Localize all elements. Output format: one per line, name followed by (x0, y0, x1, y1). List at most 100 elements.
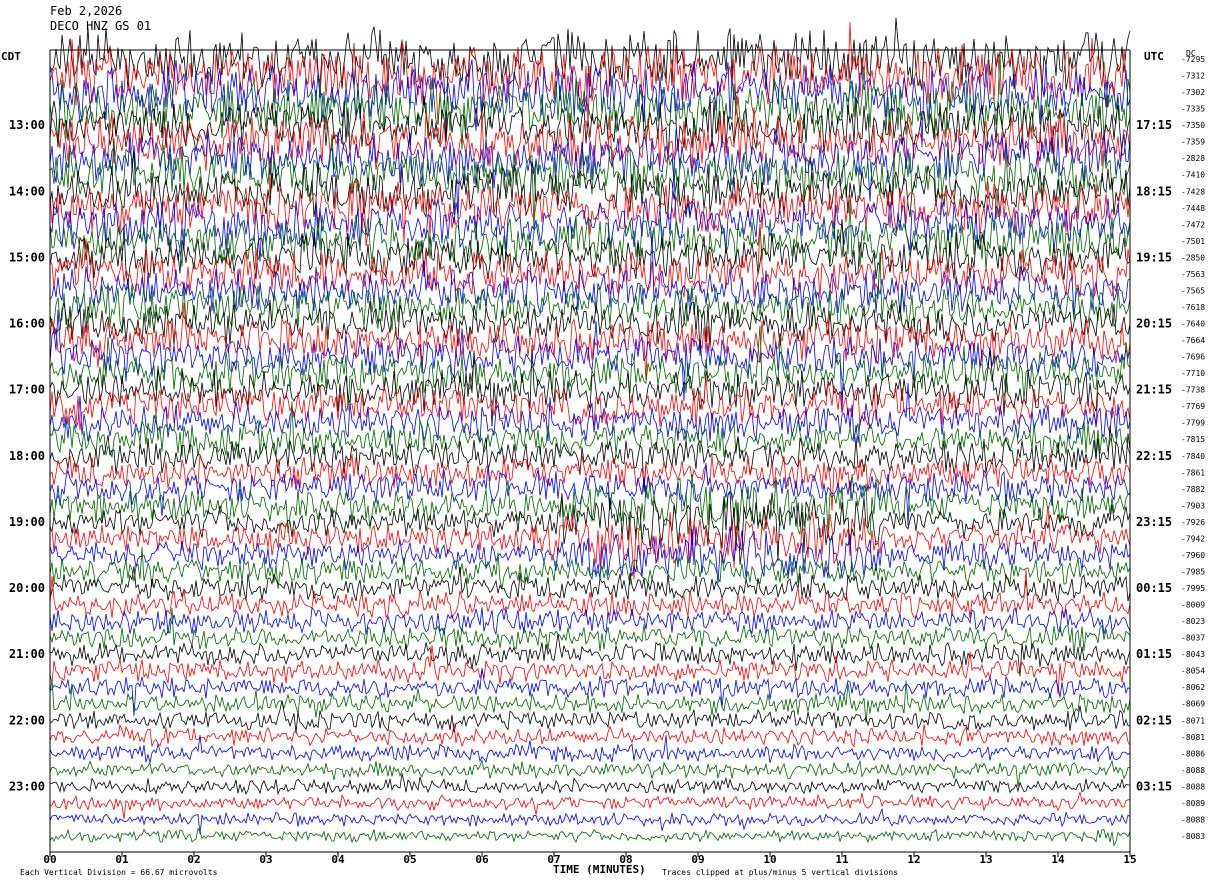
seismic-trace (49, 827, 1131, 847)
left-hour-label: 13:00 (9, 118, 45, 132)
dc-offset-label: -8089 (1181, 799, 1205, 808)
seismic-trace (49, 633, 1131, 677)
dc-offset-label: -7565 (1181, 286, 1205, 295)
dc-offset-label: -7428 (1181, 187, 1205, 196)
right-hour-label: 03:15 (1136, 779, 1172, 793)
left-hour-label: 16:00 (9, 317, 45, 331)
x-tick-label: 00 (43, 853, 56, 866)
x-tick-label: 03 (259, 853, 272, 866)
dc-offset-label: -7942 (1181, 534, 1205, 543)
x-tick-label: 08 (619, 853, 632, 866)
dc-offset-label: -2828 (1181, 154, 1205, 163)
dc-offset-label: -7882 (1181, 485, 1205, 494)
dc-offset-label: -7448 (1181, 204, 1205, 213)
left-hour-label: 22:00 (9, 713, 45, 727)
dc-offset-label: -8088 (1181, 766, 1205, 775)
dc-offset-label: -7738 (1181, 386, 1205, 395)
dc-offset-label: -8043 (1181, 650, 1205, 659)
dc-offset-label: -8083 (1181, 832, 1205, 841)
left-hour-label: 23:00 (9, 779, 45, 793)
dc-offset-label: -7295 (1181, 55, 1205, 64)
dc-offset-label: -8009 (1181, 601, 1205, 610)
dc-offset-label: -8062 (1181, 683, 1205, 692)
seismic-trace (49, 230, 1131, 315)
trace-group (49, 17, 1131, 847)
seismic-trace (49, 773, 1131, 796)
dc-offset-label: -7903 (1181, 501, 1205, 510)
dc-offset-label: -7302 (1181, 88, 1205, 97)
dc-offset-label: -8054 (1181, 667, 1205, 676)
seismogram-plot: 00 01 02 03 04 05 06 07 08 09 10 11 12 13 14 15 13:00 14:… (9, 17, 1205, 866)
dc-offset-label: -8023 (1181, 617, 1205, 626)
right-hour-label: 20:15 (1136, 317, 1172, 331)
dc-offset-label: -7563 (1181, 270, 1205, 279)
right-hour-label: 19:15 (1136, 250, 1172, 264)
dc-offset-label: -7985 (1181, 567, 1205, 576)
x-tick-label: 12 (907, 853, 920, 866)
dc-offset-label: -8071 (1181, 716, 1205, 725)
left-hour-label: 21:00 (9, 647, 45, 661)
x-tick-label: 11 (835, 853, 849, 866)
dc-offset-label: -2850 (1181, 253, 1205, 262)
dc-offset-label: -7926 (1181, 518, 1205, 527)
x-tick-label: 13 (979, 853, 992, 866)
x-tick-label: 15 (1123, 853, 1136, 866)
left-hour-label: 17:00 (9, 383, 45, 397)
seismic-trace (49, 807, 1131, 835)
right-hour-label: 18:15 (1136, 184, 1172, 198)
x-tick-label: 05 (403, 853, 416, 866)
dc-offset-label: -7815 (1181, 435, 1205, 444)
dc-offset-label: -8081 (1181, 733, 1205, 742)
right-hour-label: 02:15 (1136, 713, 1172, 727)
dc-offset-label: -7861 (1181, 468, 1205, 477)
seismic-trace (49, 668, 1131, 716)
dc-offset-label: -7769 (1181, 402, 1205, 411)
right-hour-label: 01:15 (1136, 647, 1172, 661)
dc-offset-label: -7501 (1181, 237, 1205, 246)
x-tick-label: 09 (691, 853, 704, 866)
dc-offset-label: -7995 (1181, 584, 1205, 593)
dc-offset-label: -7618 (1181, 303, 1205, 312)
dc-offset-label: -7359 (1181, 138, 1205, 147)
left-hour-label: 18:00 (9, 449, 45, 463)
right-hour-label: 00:15 (1136, 581, 1172, 595)
x-tick-label: 01 (115, 853, 129, 866)
dc-offset-label: -7335 (1181, 105, 1205, 114)
seismic-trace (49, 569, 1131, 620)
seismic-trace (49, 758, 1131, 787)
seismic-trace (49, 606, 1131, 635)
dc-offset-label: -8086 (1181, 749, 1205, 758)
dc-offset-label: -7350 (1181, 121, 1205, 130)
dc-offset-label: -8088 (1181, 815, 1205, 824)
right-hour-label: 21:15 (1136, 383, 1172, 397)
right-hour-label: 23:15 (1136, 515, 1172, 529)
axes-group: 00 01 02 03 04 05 06 07 08 09 10 11 12 13 14 15 13:00 14:… (9, 49, 1205, 866)
x-tick-label: 10 (763, 853, 776, 866)
dc-offset-label: -8088 (1181, 782, 1205, 791)
right-hour-label: 17:15 (1136, 118, 1172, 132)
seismic-trace (49, 791, 1131, 819)
dc-offset-label: -7312 (1181, 72, 1205, 81)
right-hour-label: 22:15 (1136, 449, 1172, 463)
dc-offset-label: -8037 (1181, 634, 1205, 643)
x-tick-label: 04 (331, 853, 345, 866)
x-tick-label: 06 (475, 853, 489, 866)
left-hour-label: 14:00 (9, 184, 45, 198)
x-tick-label: 07 (547, 853, 560, 866)
dc-offset-label: -8069 (1181, 700, 1205, 709)
dc-offset-label: -7696 (1181, 353, 1205, 362)
dc-offset-label: -7472 (1181, 220, 1205, 229)
x-tick-label: 14 (1051, 853, 1065, 866)
dc-offset-label: -7960 (1181, 551, 1205, 560)
dc-offset-label: -7410 (1181, 171, 1205, 180)
dc-offset-label: -7799 (1181, 419, 1205, 428)
seismic-trace (49, 607, 1131, 656)
left-hour-label: 19:00 (9, 515, 45, 529)
dc-offset-label: -7640 (1181, 320, 1205, 329)
dc-offset-label: -7840 (1181, 452, 1205, 461)
seismic-trace (49, 723, 1131, 748)
left-hour-label: 15:00 (9, 250, 45, 264)
dc-offset-label: -7664 (1181, 336, 1205, 345)
x-tick-label: 02 (187, 853, 200, 866)
left-hour-label: 20:00 (9, 581, 45, 595)
